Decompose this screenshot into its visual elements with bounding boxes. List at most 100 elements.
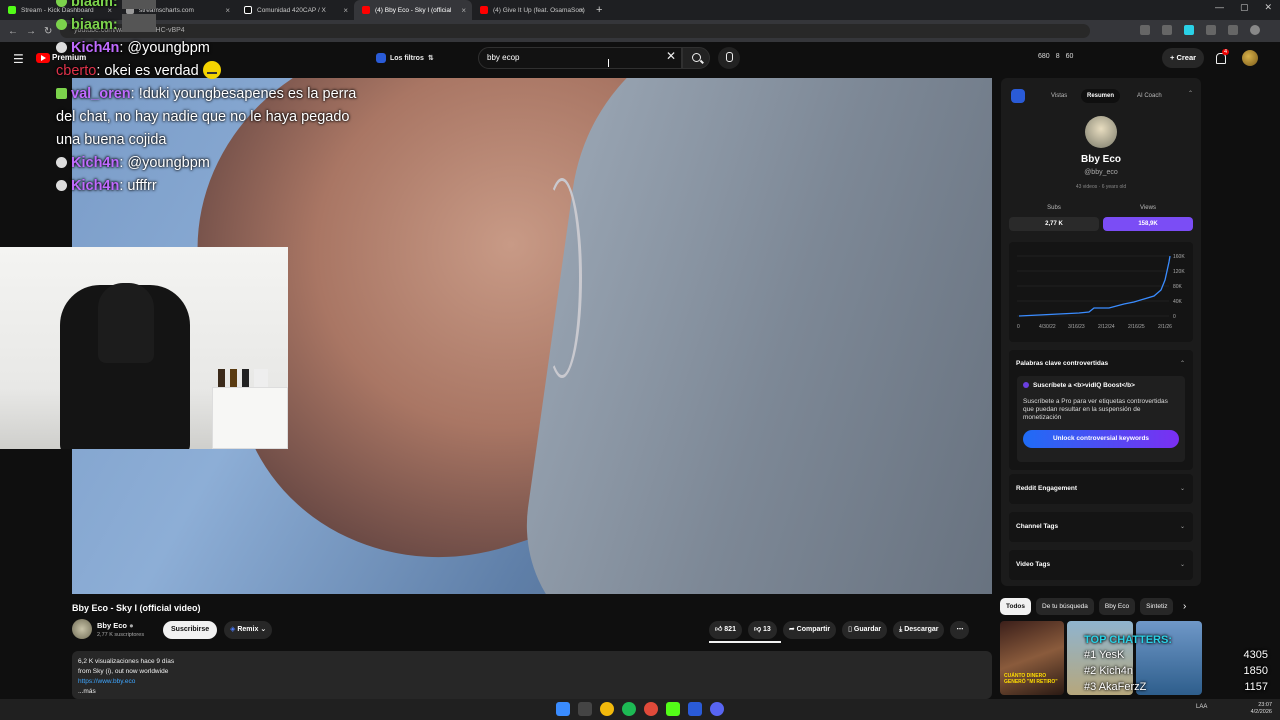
notification-badge: 4 bbox=[1222, 49, 1230, 55]
description-link[interactable]: https://www.bby.eco bbox=[78, 677, 986, 687]
forward-icon[interactable]: → bbox=[26, 26, 36, 37]
discord-icon[interactable] bbox=[710, 702, 724, 716]
windows-start-icon[interactable] bbox=[556, 702, 570, 716]
close-window-icon[interactable]: ✕ bbox=[1264, 2, 1272, 13]
keywords-promo: Suscríbete a <b>vidIQ Boost</b> Suscríbe… bbox=[1017, 376, 1185, 462]
remix-button[interactable]: ◈ Remix ⌄ bbox=[224, 621, 273, 639]
create-button[interactable]: + Crear bbox=[1162, 48, 1205, 68]
account-avatar[interactable] bbox=[1242, 50, 1258, 66]
chevron-right-icon[interactable]: › bbox=[1183, 601, 1186, 612]
bottles bbox=[218, 369, 268, 387]
spotify-icon[interactable] bbox=[622, 702, 636, 716]
new-tab-button[interactable]: + bbox=[590, 4, 608, 16]
more-actions-button[interactable]: ⋯ bbox=[950, 621, 970, 639]
webcam-overlay bbox=[0, 247, 288, 449]
chatter-rank-name: #3 AkaFerzZ bbox=[1084, 681, 1146, 693]
tab-resumen[interactable]: Resumen bbox=[1081, 89, 1121, 103]
channel-tags-section[interactable]: Channel Tags ⌄ bbox=[1009, 512, 1193, 542]
back-icon[interactable]: ← bbox=[8, 26, 18, 37]
emote-icon bbox=[121, 14, 156, 32]
thumbnail-caption: CUÁNTO DINERO GENERÓ "MI RETIRO" bbox=[1004, 673, 1058, 685]
controversial-keywords-section: Palabras clave controvertidas ⌃ Suscríbe… bbox=[1009, 350, 1193, 470]
chat-message: biaam: bbox=[56, 0, 376, 14]
top-chatters-overlay: TOP CHATTERS: #1 YesK 4305 #2 Kich4n 1850 … bbox=[1076, 634, 1276, 697]
system-clock[interactable]: 23:07 4/2/2026 bbox=[1251, 702, 1272, 716]
browser-tab[interactable]: (4) Give It Up (feat. OsamaSon) × bbox=[472, 0, 590, 20]
extension-icon[interactable] bbox=[1184, 25, 1194, 35]
show-more-link[interactable]: ...más bbox=[78, 687, 986, 697]
search-input[interactable]: bby ecop bbox=[478, 47, 682, 69]
dislike-button[interactable]: 👎︎ 13 bbox=[747, 621, 777, 639]
clear-search-icon[interactable]: ✕ bbox=[666, 49, 676, 63]
recommended-thumbnail[interactable]: CUÁNTO DINERO GENERÓ "MI RETIRO" bbox=[1000, 621, 1064, 695]
channel-name[interactable]: Bby Eco ● bbox=[97, 621, 134, 630]
subs-value[interactable]: 2,77 K bbox=[1009, 217, 1099, 231]
download-button[interactable]: ⤓ Descargar bbox=[893, 621, 945, 639]
chip-todos[interactable]: Todos bbox=[1000, 598, 1032, 615]
badge-icon bbox=[56, 157, 67, 168]
channel-avatar[interactable] bbox=[72, 619, 92, 639]
video-tags-section[interactable]: Video Tags ⌄ bbox=[1009, 550, 1193, 580]
y-tick: 160K bbox=[1173, 254, 1185, 260]
description-stats: 6,2 K visualizaciones hace 9 días bbox=[78, 658, 175, 665]
maximize-icon[interactable]: ▢ bbox=[1240, 2, 1249, 13]
views-value[interactable]: 158,9K bbox=[1103, 217, 1193, 231]
puzzle-icon[interactable] bbox=[1228, 25, 1238, 35]
views-chart: 160K 120K 80K 40K 0 0 4/30/22 3/16/23 2/… bbox=[1009, 242, 1193, 342]
chip-channel[interactable]: Bby Eco bbox=[1098, 598, 1136, 615]
section-title: Channel Tags bbox=[1016, 523, 1059, 530]
more-icon: ⋯ bbox=[956, 626, 964, 633]
save-button[interactable]: ▯ Guardar bbox=[842, 621, 888, 639]
chatter-score: 4305 bbox=[1243, 649, 1268, 661]
filters-button[interactable]: Los filtros ⇅ bbox=[376, 51, 434, 65]
unlock-keywords-button[interactable]: Unlock controversial keywords bbox=[1023, 430, 1179, 448]
chevron-up-icon[interactable]: ⌃ bbox=[1188, 90, 1193, 97]
tab-label: (4) Give It Up (feat. OsamaSon) bbox=[493, 6, 585, 14]
reddit-engagement-section[interactable]: Reddit Engagement ⌄ bbox=[1009, 474, 1193, 504]
chatter-name: Kich4n bbox=[1099, 665, 1133, 677]
extension-icon[interactable] bbox=[1206, 25, 1216, 35]
stat-value: 680 bbox=[1038, 53, 1050, 60]
description-text: from Sky (i), out now worldwide bbox=[78, 668, 169, 675]
search-button[interactable] bbox=[682, 47, 710, 69]
chatter-row: #3 AkaFerzZ 1157 bbox=[1076, 681, 1276, 697]
cast-icon[interactable] bbox=[1140, 25, 1150, 35]
file-explorer-icon[interactable] bbox=[578, 702, 592, 716]
chip-other[interactable]: Sintetiz bbox=[1140, 598, 1174, 615]
like-button[interactable]: 👍︎ 821 bbox=[709, 621, 742, 639]
vidiq-dot-icon bbox=[1023, 382, 1029, 388]
reload-icon[interactable]: ↻ bbox=[44, 26, 52, 37]
tab-ai-coach[interactable]: AI Coach bbox=[1131, 89, 1168, 103]
menu-icon[interactable]: ☰ bbox=[13, 52, 24, 66]
close-icon[interactable]: × bbox=[461, 6, 466, 15]
language-indicator[interactable]: LAA bbox=[1196, 704, 1207, 710]
tab-vistas[interactable]: Vistas bbox=[1045, 89, 1073, 103]
mic-icon[interactable] bbox=[718, 47, 740, 69]
views-chart-svg: 160K 120K 80K 40K 0 0 4/30/22 3/16/23 2/… bbox=[1017, 254, 1185, 330]
section-title: Reddit Engagement bbox=[1016, 485, 1078, 492]
chat-message: cberto: okei es verdad bbox=[56, 60, 376, 83]
chrome-icon[interactable] bbox=[600, 702, 614, 716]
chat-message: Kich4n: @youngbpm bbox=[56, 37, 376, 60]
panel-channel-meta: 43 videos · 6 years old bbox=[1075, 184, 1127, 190]
filter-icon: ⇅ bbox=[427, 55, 434, 62]
close-icon[interactable]: × bbox=[579, 6, 584, 15]
steam-icon[interactable] bbox=[688, 702, 702, 716]
star-icon[interactable] bbox=[1162, 25, 1172, 35]
subscribe-button[interactable]: Suscribirse bbox=[163, 621, 218, 639]
video-description[interactable]: 6,2 K visualizaciones hace 9 días from S… bbox=[72, 651, 992, 699]
chat-user: Kich4n bbox=[71, 40, 120, 56]
profile-icon[interactable] bbox=[1250, 25, 1260, 35]
section-title: Video Tags bbox=[1016, 561, 1051, 568]
youtube-logo-icon[interactable] bbox=[36, 53, 50, 63]
x-tick: 0 bbox=[1017, 324, 1020, 330]
app-icon[interactable] bbox=[644, 702, 658, 716]
share-button[interactable]: ➦ Compartir bbox=[782, 621, 837, 639]
chip-from-search[interactable]: De tu búsqueda bbox=[1036, 598, 1094, 615]
kick-icon[interactable] bbox=[666, 702, 680, 716]
emoji-icon bbox=[202, 61, 221, 79]
thumbs-down-icon: 👎︎ bbox=[753, 626, 762, 633]
chevron-up-icon[interactable]: ⌃ bbox=[1180, 360, 1185, 367]
y-tick: 0 bbox=[1173, 314, 1176, 320]
minimize-icon[interactable]: — bbox=[1215, 2, 1224, 13]
